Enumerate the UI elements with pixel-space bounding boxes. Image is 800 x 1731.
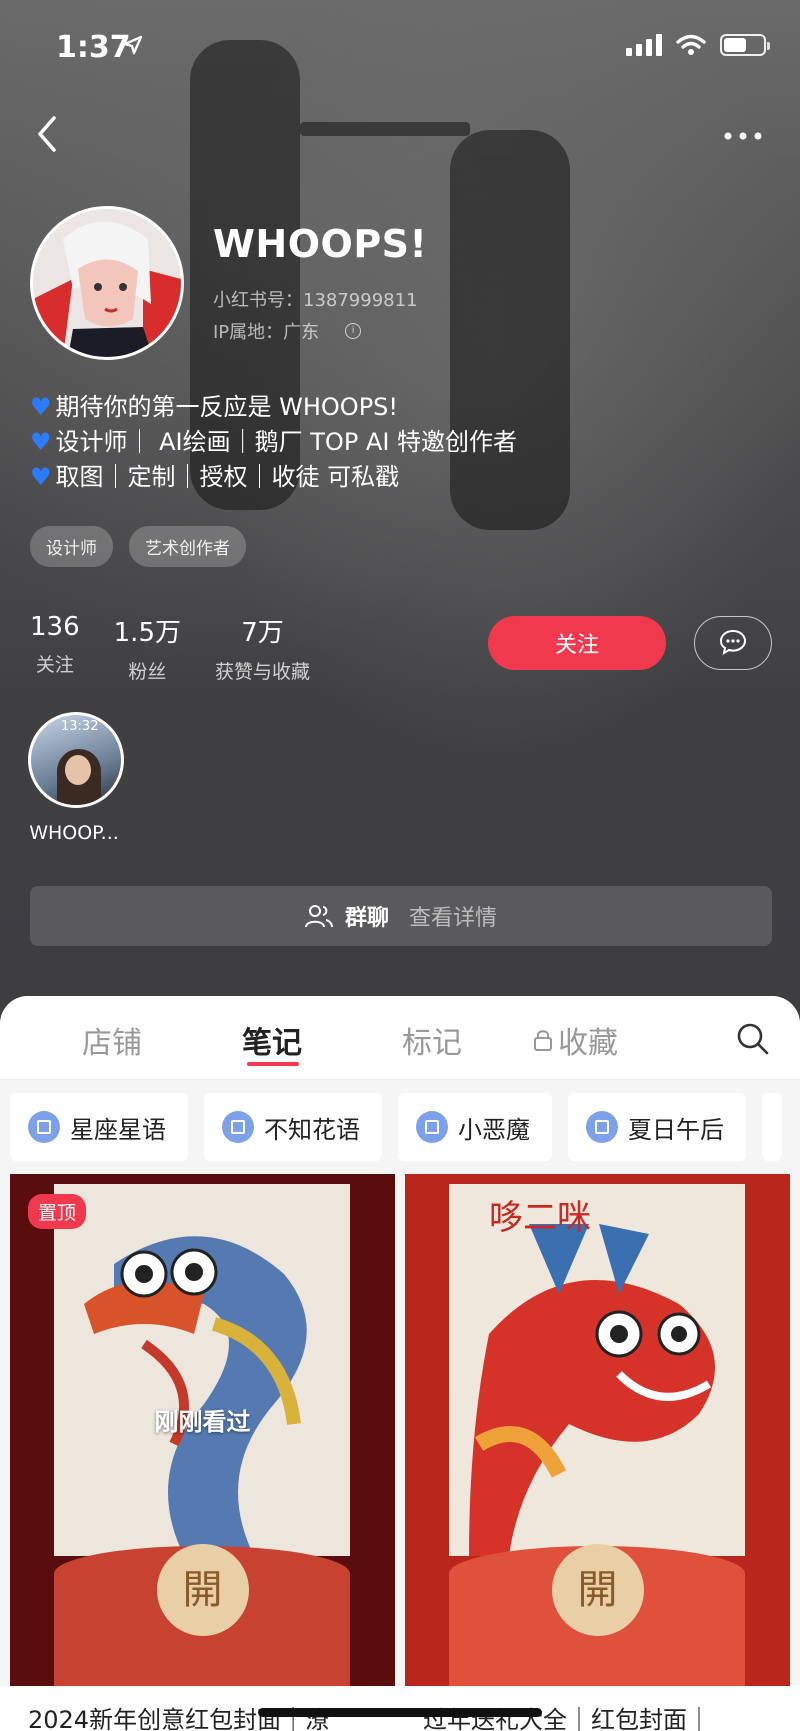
- envelope-seal: 開: [156, 1544, 249, 1636]
- message-button[interactable]: [694, 616, 772, 670]
- tab-shop[interactable]: 店铺: [82, 1018, 142, 1062]
- tab-tagged[interactable]: 标记: [402, 1018, 462, 1062]
- bio-line: ♥ 期待你的第一反应是 WHOOPS!: [30, 393, 399, 421]
- active-tab-indicator: [247, 1062, 299, 1066]
- notes-grid: 開 置顶 刚刚看过 哆二咪 開: [0, 1174, 800, 1686]
- profile-header-background: [0, 0, 800, 1000]
- group-users-icon: [304, 905, 333, 928]
- blue-heart-icon: ♥: [30, 393, 52, 421]
- highlight-thumbnail: 13:32: [28, 712, 124, 808]
- tab-notes[interactable]: 笔记: [242, 1018, 302, 1062]
- signal-icon: [626, 34, 662, 56]
- collection-icon: [586, 1111, 618, 1143]
- tab-collections[interactable]: 收藏: [532, 1018, 618, 1062]
- follow-button[interactable]: 关注: [488, 616, 666, 670]
- stat-followers[interactable]: 1.5万 粉丝: [114, 612, 181, 684]
- dragon-artwork: [54, 1184, 350, 1556]
- tag-designer[interactable]: 设计师: [30, 526, 113, 567]
- highlight-label: WHOOP...: [29, 822, 119, 844]
- search-icon[interactable]: [736, 1022, 770, 1056]
- stat-likes-collects[interactable]: 7万 获赞与收藏: [215, 612, 310, 684]
- svg-text:哆二咪: 哆二咪: [489, 1198, 591, 1238]
- bio-line: ♥ 取图｜定制｜授权｜收徒 可私戳: [30, 463, 400, 491]
- profile-name: WHOOPS!: [213, 222, 428, 266]
- collection-icon: [28, 1111, 60, 1143]
- profile-id: 小红书号：1387999811: [213, 290, 418, 311]
- chip-collection[interactable]: 小恶魔: [398, 1093, 552, 1161]
- collection-icon: [222, 1111, 254, 1143]
- group-chat-subtitle: 查看详情: [409, 906, 498, 931]
- profile-tags: 设计师 艺术创作者: [30, 526, 246, 567]
- profile-bio: ♥ 期待你的第一反应是 WHOOPS! ♥ 设计师｜ AI绘画｜鹅厂 TOP AI …: [30, 390, 517, 495]
- stat-following[interactable]: 136 关注: [30, 612, 80, 684]
- arm: [300, 122, 470, 136]
- lock-icon: [534, 1030, 552, 1051]
- info-icon[interactable]: i: [345, 323, 362, 339]
- ip-location-text: IP属地：广东: [213, 322, 320, 343]
- collection-chips: 星座星语 不知花语 小恶魔 夏日午后: [0, 1080, 800, 1174]
- recently-viewed-overlay: 刚刚看过: [154, 1408, 251, 1436]
- profile-stats: 136 关注 1.5万 粉丝 7万 获赞与收藏: [30, 612, 344, 684]
- tag-artist[interactable]: 艺术创作者: [129, 526, 246, 567]
- avatar[interactable]: [30, 206, 184, 360]
- battery-icon: [720, 34, 770, 56]
- home-indicator[interactable]: [258, 1708, 542, 1717]
- chip-collection[interactable]: 不知花语: [204, 1093, 382, 1161]
- location-arrow-icon: [123, 35, 143, 55]
- status-icons: [626, 34, 770, 56]
- group-chat-bar[interactable]: 群聊 查看详情: [30, 886, 772, 946]
- blue-heart-icon: ♥: [30, 428, 52, 456]
- chip-collection[interactable]: 夏日午后: [568, 1093, 746, 1161]
- profile-tabs: 店铺 笔记 标记 收藏: [0, 996, 800, 1080]
- avatar-illustration: [33, 209, 181, 357]
- blue-heart-icon: ♥: [30, 463, 52, 491]
- highlight-story[interactable]: 13:32 WHOOP...: [26, 712, 126, 844]
- back-arrow-icon[interactable]: [30, 110, 70, 160]
- chat-bubble-icon: [719, 629, 747, 655]
- bio-line: ♥ 设计师｜ AI绘画｜鹅厂 TOP AI 特邀创作者: [30, 428, 518, 456]
- collection-icon: [416, 1111, 448, 1143]
- dragon-artwork: 哆二咪: [449, 1184, 745, 1556]
- chip-collection-partial[interactable]: [762, 1093, 782, 1161]
- status-bar: 1:37: [0, 0, 800, 90]
- note-card[interactable]: 開 置顶 刚刚看过: [10, 1174, 395, 1686]
- envelope-seal: 開: [551, 1544, 644, 1636]
- wifi-icon: [676, 34, 706, 55]
- more-options-icon[interactable]: [718, 116, 768, 156]
- ip-location: IP属地：广东 i: [213, 318, 362, 344]
- note-card[interactable]: 哆二咪 開: [405, 1174, 790, 1686]
- pinned-badge: 置顶: [28, 1194, 87, 1229]
- content-sheet: 店铺 笔记 标记 收藏 星座星语 不知花语 小恶魔 夏日午后 開 置顶 刚刚看过…: [0, 996, 800, 1731]
- group-chat-title: 群聊: [344, 906, 389, 931]
- status-time: 1:37: [56, 30, 131, 65]
- chip-collection[interactable]: 星座星语: [10, 1093, 188, 1161]
